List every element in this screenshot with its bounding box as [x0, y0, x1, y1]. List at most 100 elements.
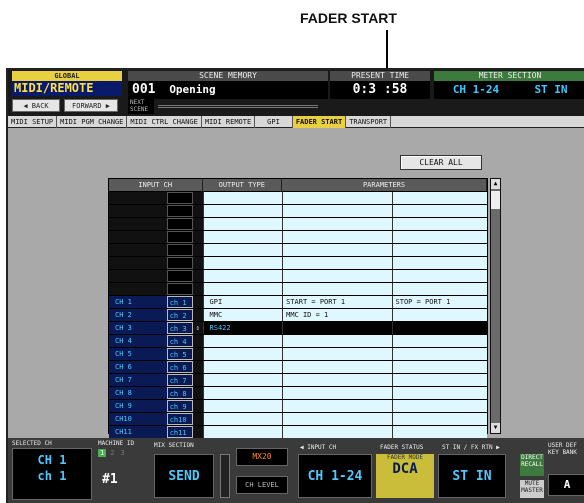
select-arrow-icon[interactable] [192, 296, 203, 308]
output-type-cell[interactable] [202, 283, 283, 295]
output-type-cell[interactable] [202, 374, 283, 386]
parameter-1-cell[interactable]: START = PORT 1 [282, 296, 392, 308]
table-row[interactable]: CH 4 ch 4 [109, 334, 487, 347]
scroll-up-icon[interactable]: ▲ [491, 179, 500, 189]
parameter-2-cell[interactable] [391, 244, 487, 256]
output-type-cell[interactable] [202, 192, 283, 204]
parameter-1-cell[interactable] [282, 361, 392, 373]
fader-mode-button[interactable]: FADER MODE DCA [376, 454, 434, 498]
meter-st-button[interactable]: ST IN [516, 82, 584, 98]
scroll-thumb[interactable] [491, 191, 500, 209]
output-type-cell[interactable] [202, 413, 283, 425]
select-arrow-icon[interactable] [192, 283, 203, 295]
output-type-cell[interactable] [202, 244, 283, 256]
table-row[interactable]: CH11 ch11 [109, 425, 487, 438]
select-arrow-icon[interactable] [192, 348, 203, 360]
select-arrow-icon[interactable] [192, 400, 203, 412]
table-row[interactable]: CH 3 ch 3 ⇕ RS422 [109, 321, 487, 334]
parameter-1-cell[interactable] [282, 348, 392, 360]
table-row[interactable]: CH 1 ch 1 GPI START = PORT 1 STOP = PORT 1 [109, 295, 487, 308]
parameter-1-cell[interactable] [282, 335, 392, 347]
output-type-cell[interactable] [202, 348, 283, 360]
parameter-1-cell[interactable] [282, 387, 392, 399]
table-row[interactable]: CH 8 ch 8 [109, 386, 487, 399]
select-arrow-icon[interactable] [192, 335, 203, 347]
meter-ch-button[interactable]: CH 1-24 [440, 82, 512, 98]
parameter-2-cell[interactable] [391, 192, 487, 204]
table-row[interactable] [109, 230, 487, 243]
mix-section-display[interactable]: SEND [154, 454, 214, 498]
select-arrow-icon[interactable] [192, 387, 203, 399]
select-arrow-icon[interactable] [192, 309, 203, 321]
parameter-1-cell[interactable] [282, 192, 392, 204]
select-arrow-icon[interactable]: ⇕ [192, 322, 203, 334]
output-type-cell[interactable] [202, 205, 283, 217]
forward-button[interactable]: FORWARD ▶ [64, 99, 118, 112]
machine-id-tab-1[interactable]: 1 [98, 449, 107, 457]
machine-id-tab-3[interactable]: 3 [118, 449, 126, 457]
table-row[interactable]: CH 9 ch 9 [109, 399, 487, 412]
parameter-1-cell[interactable] [282, 244, 392, 256]
parameter-1-cell[interactable] [282, 413, 392, 425]
mute-master-button[interactable]: MUTE MASTER [520, 480, 544, 498]
parameter-1-cell[interactable] [282, 257, 392, 269]
stin-button[interactable]: ST IN [438, 454, 506, 498]
parameter-1-cell[interactable] [282, 374, 392, 386]
parameter-1-cell[interactable] [282, 218, 392, 230]
mix-slider-icon[interactable] [220, 454, 230, 498]
parameter-1-cell[interactable] [282, 400, 392, 412]
parameter-2-cell[interactable] [391, 309, 487, 321]
parameter-1-cell[interactable] [282, 426, 392, 438]
parameter-1-cell[interactable] [282, 270, 392, 282]
select-arrow-icon[interactable] [192, 205, 203, 217]
select-arrow-icon[interactable] [192, 218, 203, 230]
select-arrow-icon[interactable] [192, 257, 203, 269]
parameter-2-cell[interactable] [391, 231, 487, 243]
parameter-2-cell[interactable] [391, 348, 487, 360]
output-type-cell[interactable] [202, 257, 283, 269]
direct-recall-button[interactable]: DIRECT RECALL [520, 454, 544, 476]
table-scrollbar[interactable]: ▲ ▼ [490, 178, 501, 434]
parameter-2-cell[interactable] [391, 283, 487, 295]
table-row[interactable]: CH 5 ch 5 [109, 347, 487, 360]
parameter-1-cell[interactable] [282, 322, 392, 334]
select-arrow-icon[interactable] [192, 231, 203, 243]
select-arrow-icon[interactable] [192, 270, 203, 282]
parameter-2-cell[interactable] [391, 400, 487, 412]
back-button[interactable]: ◀ BACK [12, 99, 60, 112]
machine-id-tab-2[interactable]: 2 [108, 449, 116, 457]
parameter-2-cell[interactable] [391, 374, 487, 386]
output-type-cell[interactable] [202, 426, 283, 438]
parameter-2-cell[interactable] [391, 205, 487, 217]
select-arrow-icon[interactable] [192, 244, 203, 256]
table-row[interactable]: CH10 ch10 [109, 412, 487, 425]
parameter-2-cell[interactable]: STOP = PORT 1 [391, 296, 487, 308]
output-type-cell[interactable]: RS422 [202, 322, 283, 334]
parameter-1-cell[interactable] [282, 283, 392, 295]
select-arrow-icon[interactable] [192, 413, 203, 425]
output-type-cell[interactable]: GPI [202, 296, 283, 308]
tab-midi-ctrl-change[interactable]: MIDI CTRL CHANGE [127, 116, 202, 128]
output-type-cell[interactable] [202, 218, 283, 230]
table-row[interactable] [109, 191, 487, 204]
output-type-cell[interactable] [202, 335, 283, 347]
output-type-cell[interactable] [202, 387, 283, 399]
parameter-2-cell[interactable] [391, 270, 487, 282]
mx-button[interactable]: MX20 [236, 448, 288, 466]
tab-gpi[interactable]: GPI [255, 116, 293, 128]
tab-fader-start[interactable]: FADER START [292, 116, 347, 128]
tab-transport[interactable]: TRANSPORT [346, 116, 392, 128]
table-row[interactable] [109, 243, 487, 256]
select-arrow-icon[interactable] [192, 426, 203, 438]
table-row[interactable] [109, 282, 487, 295]
tab-midi-setup[interactable]: MIDI SETUP [8, 116, 58, 128]
scroll-down-icon[interactable]: ▼ [491, 423, 500, 433]
select-arrow-icon[interactable] [192, 192, 203, 204]
output-type-cell[interactable] [202, 361, 283, 373]
table-row[interactable] [109, 204, 487, 217]
parameter-1-cell[interactable]: MMC ID = 1 [282, 309, 392, 321]
clear-all-button[interactable]: CLEAR ALL [400, 155, 482, 170]
select-arrow-icon[interactable] [192, 361, 203, 373]
parameter-2-cell[interactable] [391, 361, 487, 373]
parameter-2-cell[interactable] [391, 335, 487, 347]
